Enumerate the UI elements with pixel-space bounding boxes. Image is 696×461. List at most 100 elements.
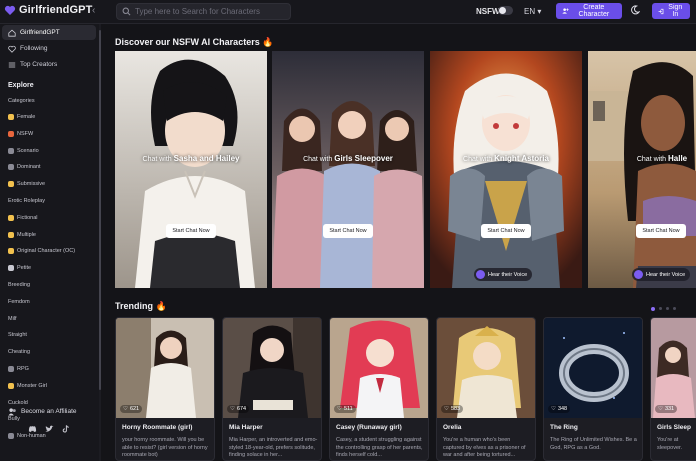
hero-cta: Chat with Knight Astoria	[430, 154, 582, 163]
sidebar-category-bully[interactable]: Bully	[8, 416, 20, 422]
character-card-mia-harper[interactable]: ♡ 674 Mia Harper Mia Harper, an introvert…	[222, 317, 322, 461]
character-image	[115, 51, 267, 288]
sidebar-category-original-character-oc[interactable]: Original Character (OC)	[8, 248, 76, 255]
sign-in-button[interactable]: Sign In	[652, 3, 690, 19]
category-label: Original Character (OC)	[17, 248, 76, 255]
category-label: Female	[17, 114, 36, 120]
character-thumbnail	[116, 318, 214, 418]
character-name: Knight Astoria	[494, 154, 549, 163]
card-description: Casey, a student struggling against the …	[336, 437, 423, 458]
search-input[interactable]	[135, 5, 285, 18]
sidebar-category-dominant[interactable]: Dominant	[8, 164, 41, 171]
category-label: Bully	[8, 416, 20, 423]
sidebar-category-petite[interactable]: Petite	[8, 265, 32, 272]
character-card-the-ring[interactable]: ♡ 348 The Ring The Ring of Unlimited Wish…	[543, 317, 643, 461]
sidebar-category-milf[interactable]: Milf	[8, 316, 17, 322]
carousel-dot[interactable]	[659, 307, 662, 310]
sidebar-category-femdom[interactable]: Femdom	[8, 299, 30, 305]
sidebar-category-breeding[interactable]: Breeding	[8, 282, 30, 288]
character-card-orelia[interactable]: ♡ 583 Orelia You're a human who's been ca…	[436, 317, 536, 461]
category-label: Cheating	[8, 349, 31, 356]
sidebar-item-following[interactable]: Following	[2, 41, 96, 56]
sidebar-category-multiple[interactable]: Multiple	[8, 231, 36, 238]
character-card-horny-roommate[interactable]: ♡ 621 Horny Roommate (girl) your horny ro…	[115, 317, 215, 461]
speaker-icon	[476, 270, 485, 279]
search-bar[interactable]	[116, 3, 291, 20]
twitter-icon[interactable]	[45, 424, 54, 436]
hear-voice-button[interactable]: Hear their Voice	[474, 268, 533, 281]
social-links	[28, 424, 70, 436]
sidebar-item-label: Top Creators	[20, 61, 58, 68]
language-select[interactable]: EN ▾	[524, 7, 541, 16]
sidebar-category-cheating[interactable]: Cheating	[8, 349, 30, 355]
hero-slide-girls-sleepover[interactable]: Chat with Girls Sleepover Start Chat Now	[272, 51, 424, 288]
character-image	[272, 51, 424, 288]
voice-label: Hear their Voice	[488, 271, 528, 278]
sidebar-category-scenario[interactable]: Scenario	[8, 147, 39, 154]
start-chat-button[interactable]: Start Chat Now	[481, 224, 531, 238]
collapse-sidebar-icon[interactable]: ‹	[92, 5, 95, 16]
sidebar-category-fictional[interactable]: Fictional	[8, 214, 37, 221]
card-description: You're a human who's been captured by el…	[443, 437, 526, 458]
card-title: Horny Roommate (girl)	[122, 424, 193, 431]
sidebar-category-nsfw[interactable]: NSFW	[8, 130, 33, 137]
discord-icon[interactable]	[28, 424, 37, 436]
card-title: Girls Sleep	[657, 424, 691, 431]
moon-icon[interactable]	[630, 5, 641, 18]
category-label: Milf	[8, 315, 17, 322]
add-user-icon	[562, 8, 569, 14]
start-chat-button[interactable]: Start Chat Now	[323, 224, 373, 238]
create-character-button[interactable]: Create Character	[556, 3, 622, 19]
character-card-casey[interactable]: ♡ 511 Casey (Runaway girl) Casey, a stude…	[329, 317, 429, 461]
like-count: ♡ 621	[120, 405, 143, 413]
character-image	[588, 51, 696, 288]
hear-voice-button[interactable]: Hear their Voice	[632, 268, 691, 281]
brand-name: GirlfriendGPT	[19, 4, 93, 16]
sidebar-category-submissive[interactable]: Submissive	[8, 181, 45, 188]
sidebar-category-cuckold[interactable]: Cuckold	[8, 400, 28, 406]
category-emoji-icon	[8, 114, 14, 120]
category-label: Petite	[17, 265, 32, 272]
character-image	[430, 51, 582, 288]
like-count: ♡ 583	[441, 405, 464, 413]
sidebar-category-monster-girl[interactable]: Monster Girl	[8, 382, 47, 389]
heart-icon: ♡	[658, 406, 663, 412]
card-title: Mia Harper	[229, 424, 263, 431]
sidebar-category-erotic-roleplay[interactable]: Erotic Roleplay	[8, 198, 45, 204]
carousel-dot[interactable]	[651, 307, 655, 311]
character-card-girls-sleepover[interactable]: ♡ 331 Girls Sleep You're at sleepover.	[650, 317, 696, 461]
chevron-down-icon: ▾	[535, 7, 542, 16]
sidebar-category-straight[interactable]: Straight	[8, 332, 27, 338]
heart-icon: ♡	[337, 406, 342, 412]
character-thumbnail	[330, 318, 428, 418]
carousel-dot[interactable]	[673, 307, 676, 310]
become-affiliate-link[interactable]: Become an Affiliate	[8, 407, 77, 416]
sidebar-scroll-thumb[interactable]	[99, 30, 101, 390]
heart-icon	[8, 45, 16, 53]
card-description: You're at sleepover.	[657, 437, 683, 451]
card-description: your horny roommate. Will you be able to…	[122, 437, 208, 458]
character-name: Halle	[668, 154, 688, 163]
sidebar-item-home[interactable]: GirlfriendGPT	[2, 25, 96, 40]
start-chat-button[interactable]: Start Chat Now	[636, 224, 686, 238]
sidebar-category-female[interactable]: Female	[8, 114, 35, 120]
hero-slide-sasha-hailey[interactable]: Chat with Sasha and Hailey Start Chat No…	[115, 51, 267, 288]
category-emoji-icon	[8, 130, 14, 137]
affiliate-icon	[8, 408, 16, 416]
category-label: Multiple	[17, 231, 36, 238]
hero-slide-halle[interactable]: Chat with Halle Start Chat Now Hear thei…	[588, 51, 696, 288]
hero-slide-knight-astoria[interactable]: Chat with Knight Astoria Start Chat Now …	[430, 51, 582, 288]
brand[interactable]: GirlfriendGPT	[4, 4, 92, 16]
nsfw-toggle[interactable]	[498, 6, 513, 15]
nsfw-label: NSFW	[476, 7, 500, 16]
tiktok-icon[interactable]	[62, 424, 70, 436]
sidebar-item-top-creators[interactable]: Top Creators	[2, 57, 96, 72]
carousel-dot[interactable]	[666, 307, 669, 310]
like-value: 621	[129, 406, 140, 412]
sidebar-category-rpg[interactable]: RPG	[8, 366, 29, 372]
sidebar-item-label: GirlfriendGPT	[20, 29, 60, 36]
category-label: Monster Girl	[17, 382, 47, 389]
character-thumbnail	[544, 318, 642, 418]
category-emoji-icon	[8, 433, 14, 440]
start-chat-button[interactable]: Start Chat Now	[166, 224, 216, 238]
